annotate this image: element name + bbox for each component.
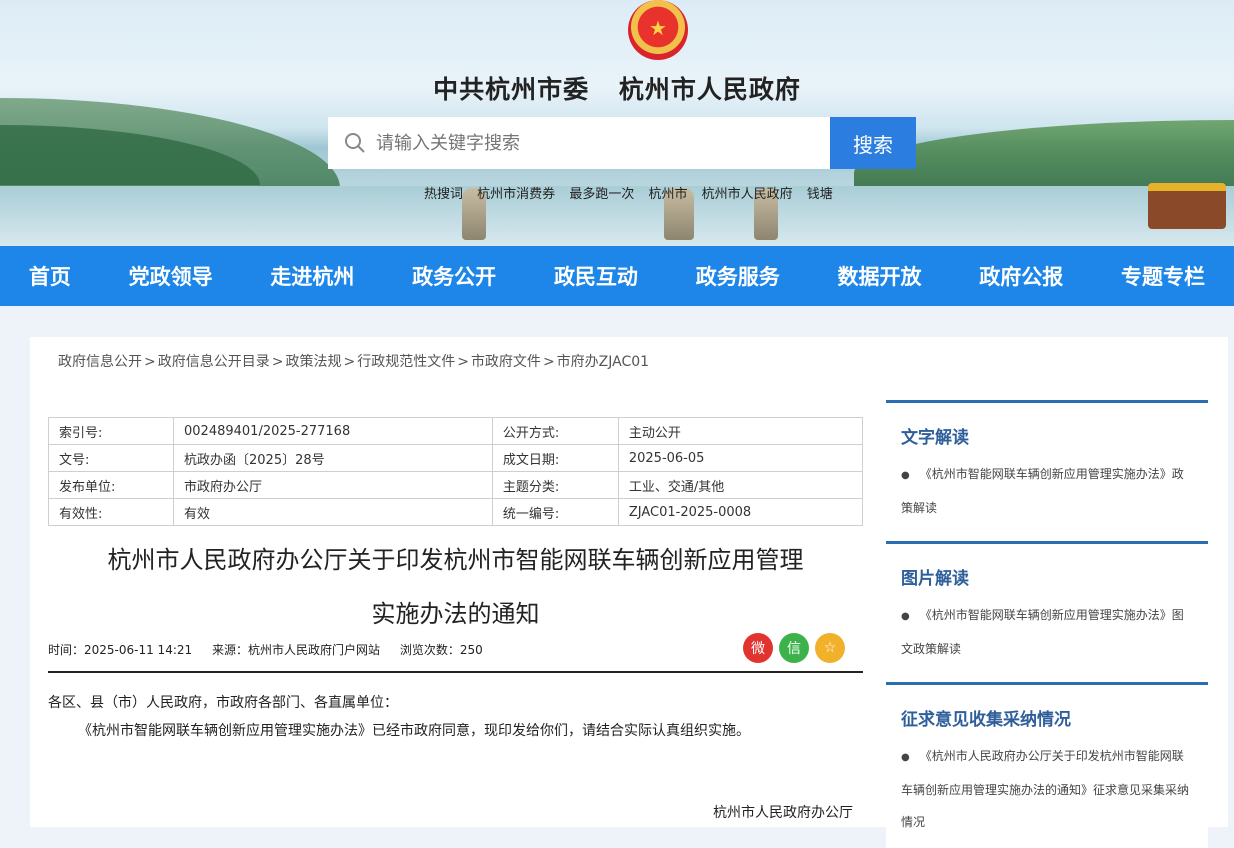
bullet-icon: ● (901, 752, 910, 763)
share-buttons: 微 信 ☆ (743, 633, 845, 663)
sidebar-panel: 图片解读 ● 《杭州市智能网联车辆创新应用管理实施办法》图文政策解读 (886, 541, 1208, 682)
panel-link[interactable]: ● 《杭州市人民政府办公厅关于印发杭州市智能网联车辆创新应用管理实施办法的通知》征… (886, 740, 1208, 848)
breadcrumb-separator: > (271, 354, 284, 370)
meta-label: 文号: (48, 444, 174, 472)
favorite-icon[interactable]: ☆ (815, 633, 845, 663)
breadcrumb-link[interactable]: 市政府文件 (471, 354, 541, 370)
weibo-icon[interactable]: 微 (743, 633, 773, 663)
document-title-line: 实施办法的通知 (371, 600, 540, 628)
breadcrumb-link[interactable]: 市府办ZJAC01 (557, 354, 649, 370)
hot-word-link[interactable]: 杭州市 (648, 187, 687, 202)
document-meta-table: 索引号: 002489401/2025-277168 公开方式: 主动公开 文号… (48, 417, 864, 526)
nav-item-leaders[interactable]: 党政领导 (129, 261, 213, 291)
bullet-icon: ● (901, 611, 910, 622)
title-party: 中共杭州市委 (433, 75, 590, 104)
nav-item-gazette[interactable]: 政府公报 (979, 261, 1063, 291)
meta-value: 2025-06-05 (617, 444, 864, 472)
meta-label: 成文日期: (491, 444, 619, 472)
body-paragraph: 各区、县（市）人民政府，市政府各部门、各直属单位： (48, 695, 398, 711)
meta-value: 市政府办公厅 (173, 471, 493, 499)
breadcrumb-link[interactable]: 行政规范性文件 (357, 354, 455, 370)
meta-value: 主动公开 (617, 417, 864, 445)
title-government: 杭州市人民政府 (618, 75, 801, 104)
search-icon (345, 133, 365, 153)
panel-link-text: 《杭州市智能网联车辆创新应用管理实施办法》政策解读 (901, 467, 1184, 515)
meta-label: 有效性: (48, 498, 174, 526)
hot-word-link[interactable]: 最多跑一次 (569, 187, 634, 202)
meta-value: 杭政办函〔2025〕28号 (173, 444, 493, 472)
panel-link-text: 《杭州市智能网联车辆创新应用管理实施办法》图文政策解读 (901, 608, 1184, 656)
source: 来源：杭州市人民政府门户网站 (211, 643, 380, 657)
meta-label: 统一编号: (491, 498, 619, 526)
breadcrumb-separator: > (542, 354, 555, 370)
national-emblem-icon: ★ (628, 0, 688, 60)
site-title: 中共杭州市委 杭州市人民政府 (0, 70, 1234, 106)
nav-item-open-data[interactable]: 数据开放 (837, 261, 921, 291)
boat-decoration (1148, 183, 1226, 229)
panel-link-text: 《杭州市人民政府办公厅关于印发杭州市智能网联车辆创新应用管理实施办法的通知》征求… (901, 749, 1190, 829)
search-box (328, 117, 830, 169)
table-row: 发布单位: 市政府办公厅 主题分类: 工业、交通/其他 (48, 471, 864, 499)
breadcrumb: 政府信息公开 > 政府信息公开目录 > 政策法规 > 行政规范性文件 > 市政府文件 > 市府办ZJ… (58, 351, 649, 371)
meta-label: 索引号: (48, 417, 174, 445)
publish-time: 时间：2025-06-11 14:21 (48, 643, 193, 657)
breadcrumb-separator: > (343, 354, 356, 370)
hot-word-link[interactable]: 杭州市消费券 (477, 187, 555, 202)
breadcrumb-separator: > (457, 354, 469, 370)
search-input[interactable] (374, 131, 798, 155)
table-row: 有效性: 有效 统一编号: ZJAC01-2025-0008 (48, 498, 864, 526)
meta-value: 002489401/2025-277168 (173, 417, 493, 445)
nav-item-topics[interactable]: 专题专栏 (1121, 261, 1205, 291)
main-nav: 首页 党政领导 走进杭州 政务公开 政民互动 政务服务 数据开放 政府公报 专题… (0, 246, 1234, 306)
sidebar-panel: 文字解读 ● 《杭州市智能网联车辆创新应用管理实施办法》政策解读 (886, 400, 1208, 541)
wechat-icon[interactable]: 信 (779, 633, 809, 663)
meta-label: 发布单位: (48, 471, 174, 499)
meta-label: 公开方式: (491, 417, 619, 445)
document-title-line: 杭州市人民政府办公厅关于印发杭州市智能网联车辆创新应用管理 (107, 546, 804, 574)
breadcrumb-link[interactable]: 政府信息公开目录 (158, 354, 270, 370)
meta-label: 主题分类: (491, 471, 619, 499)
hot-words-label: 热搜词 (424, 187, 464, 202)
breadcrumb-separator: > (144, 354, 156, 370)
meta-value: 工业、交通/其他 (617, 471, 864, 499)
nav-item-services[interactable]: 政务服务 (696, 261, 780, 291)
panel-title: 文字解读 (901, 428, 969, 448)
nav-item-home[interactable]: 首页 (29, 261, 71, 291)
hot-words: 热搜词 杭州市消费券 最多跑一次 杭州市 杭州市人民政府 钱塘 (424, 183, 843, 202)
nav-item-about[interactable]: 走进杭州 (270, 261, 354, 291)
nav-item-interaction[interactable]: 政民互动 (554, 261, 638, 291)
content-area: 政府信息公开 > 政府信息公开目录 > 政策法规 > 行政规范性文件 > 市政府文件 > 市府办ZJ… (30, 337, 1228, 848)
panel-link[interactable]: ● 《杭州市智能网联车辆创新应用管理实施办法》图文政策解读 (886, 599, 1208, 675)
table-row: 文号: 杭政办函〔2025〕28号 成文日期: 2025-06-05 (48, 444, 864, 472)
meta-value: ZJAC01-2025-0008 (617, 498, 864, 526)
panel-title: 征求意见收集采纳情况 (901, 710, 1071, 730)
body-paragraph: 《杭州市智能网联车辆创新应用管理实施办法》已经市政府同意，现印发给你们，请结合实… (78, 723, 750, 739)
panel-title: 图片解读 (901, 569, 969, 589)
view-count: 浏览次数：250 (399, 643, 483, 657)
meta-value: 有效 (173, 498, 493, 526)
sidebar: 文字解读 ● 《杭州市智能网联车辆创新应用管理实施办法》政策解读 图片解读 ● 《杭… (886, 400, 1208, 848)
document-title: 杭州市人民政府办公厅关于印发杭州市智能网联车辆创新应用管理 实施办法的通知 (48, 533, 863, 641)
breadcrumb-link[interactable]: 政府信息公开 (58, 354, 142, 370)
article-body: 各区、县（市）人民政府，市政府各部门、各直属单位： 《杭州市智能网联车辆创新应用… (48, 689, 863, 745)
bullet-icon: ● (901, 470, 910, 481)
hot-word-link[interactable]: 杭州市人民政府 (702, 187, 793, 202)
panel-link[interactable]: ● 《杭州市智能网联车辆创新应用管理实施办法》政策解读 (886, 458, 1208, 534)
site-header: ★ 中共杭州市委 杭州市人民政府 搜索 热搜词 杭州市消费券 最多跑一次 杭州市… (0, 0, 1234, 246)
sidebar-panel: 征求意见收集采纳情况 ● 《杭州市人民政府办公厅关于印发杭州市智能网联车辆创新应用… (886, 682, 1208, 848)
hot-word-link[interactable]: 钱塘 (807, 187, 833, 202)
table-row: 索引号: 002489401/2025-277168 公开方式: 主动公开 (48, 417, 864, 445)
signature: 杭州市人民政府办公厅 (713, 805, 853, 821)
nav-item-public-affairs[interactable]: 政务公开 (412, 261, 496, 291)
breadcrumb-link[interactable]: 政策法规 (285, 354, 341, 370)
article-info: 时间：2025-06-11 14:21 来源：杭州市人民政府门户网站 浏览次数：… (48, 633, 863, 673)
search-button[interactable]: 搜索 (830, 117, 916, 169)
